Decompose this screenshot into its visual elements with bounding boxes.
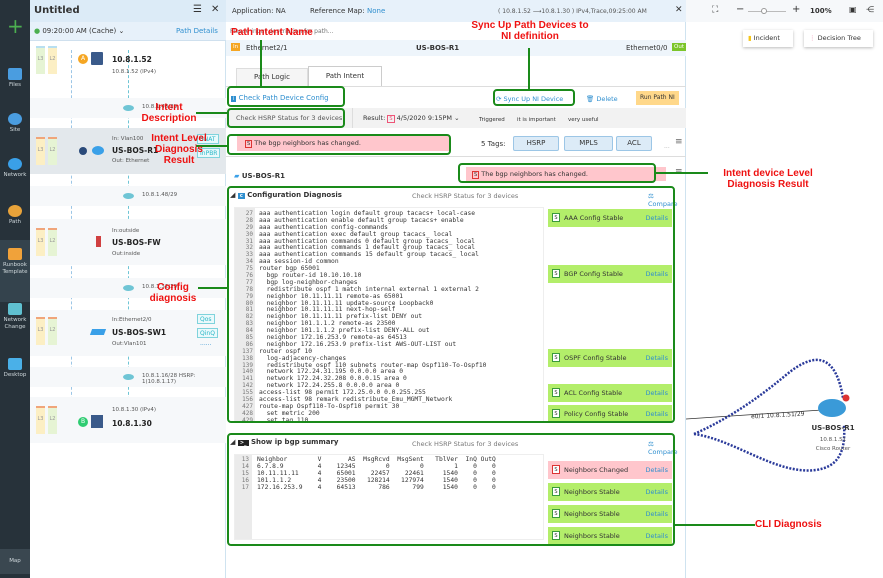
network-icon	[8, 158, 22, 170]
endpoint-b-badge: B	[78, 417, 88, 427]
path-hop-b[interactable]: L3 L2 B 10.8.1.30 (IPv4) 10.8.1.30	[30, 397, 226, 443]
more-tags[interactable]: ...	[664, 143, 670, 150]
tab-path-logic[interactable]: Path Logic	[236, 68, 308, 86]
tag-acl[interactable]: ACL	[616, 136, 652, 151]
list-icon[interactable]: ≡	[675, 137, 683, 147]
device-section-title: ▰ US-BOS-R1	[234, 172, 285, 180]
desktop-icon	[8, 358, 22, 370]
annotation-box	[227, 86, 345, 107]
annotation-box	[458, 163, 656, 183]
subnet-icon	[123, 374, 134, 380]
path-subnet[interactable]: 10.8.1.48/29	[30, 186, 226, 206]
run-path-ni-button[interactable]: Run Path NI	[636, 91, 679, 105]
runbook-icon	[8, 248, 22, 260]
rail-map[interactable]: Map	[0, 549, 30, 574]
path-icon	[8, 205, 22, 217]
subnet-icon	[123, 193, 134, 199]
firewall-icon	[96, 236, 101, 247]
host-icon	[91, 415, 103, 428]
flag-useful[interactable]: very useful	[563, 114, 604, 126]
close-icon[interactable]: ✕	[211, 4, 219, 15]
left-rail: + Files Site Network Path Runbook Templa…	[0, 0, 30, 578]
rail-desktop[interactable]: Desktop	[0, 358, 30, 379]
tag-qinq[interactable]: QinQ	[197, 328, 218, 338]
rail-runbook[interactable]: Runbook Template	[0, 240, 30, 302]
switch-icon	[89, 329, 107, 335]
site-icon	[8, 113, 22, 125]
menu-icon[interactable]: ☰	[193, 4, 202, 15]
reference-map-link[interactable]: None	[367, 7, 385, 15]
rail-network[interactable]: Network	[0, 158, 30, 179]
tag-hsrp[interactable]: HSRP	[513, 136, 559, 151]
annotation-box	[227, 108, 345, 128]
tag-mpls[interactable]: MPLS	[564, 136, 613, 151]
path-title: Untitled ☰ ✕	[30, 0, 226, 22]
router-node-icon[interactable]	[818, 399, 846, 417]
network-change-icon	[8, 303, 22, 315]
path-time-bar: ● 09:20:00 AM (Cache) ⌄ Path Details	[30, 22, 226, 41]
folder-icon	[8, 68, 22, 80]
rail-path[interactable]: Path	[0, 205, 30, 226]
rail-site[interactable]: Site	[0, 113, 30, 134]
annotation-box	[493, 89, 575, 106]
tab-path-intent[interactable]: Path Intent	[308, 66, 382, 87]
map-area[interactable]: ⛶ − + 100% ▣ ⋲ ▮ Incident ⋮ Decision Tre…	[686, 0, 883, 578]
router-icon	[92, 146, 104, 155]
subnet-icon	[123, 285, 134, 291]
router-icon: ▰	[234, 172, 240, 180]
status-dot-icon: ●	[34, 27, 41, 35]
rail-network-change[interactable]: Network Change	[0, 303, 30, 331]
collapse-icon[interactable]	[79, 147, 87, 155]
path-hop-us-bos-fw[interactable]: L3 L2 In:outside US-BOS-FW Out:inside	[30, 219, 226, 265]
map-links	[686, 358, 850, 472]
path-details-link[interactable]: Path Details	[176, 27, 218, 35]
close-icon[interactable]: ✕	[675, 5, 683, 15]
delete-button[interactable]: 🗑 Delete	[586, 95, 618, 103]
more-tags[interactable]: ......	[200, 340, 211, 347]
result-select[interactable]: Result: S 4/5/2020 9:15PM ⌄	[363, 114, 460, 123]
path-trace	[693, 358, 845, 436]
tag-qos[interactable]: Qos	[197, 314, 215, 324]
endpoint-a-badge: A	[78, 54, 88, 64]
path-hop-us-bos-sw1[interactable]: L3 L2 In:Ethernet2/0 US-BOS-SW1 Out:Vlan…	[30, 310, 226, 356]
device-header: In Ethernet2/1 US-BOS-R1 Ethernet0/0 Out	[226, 40, 686, 56]
annotation-box	[227, 433, 675, 546]
add-icon[interactable]: +	[7, 16, 24, 36]
path-subnet[interactable]: 10.8.1.16/28 HSRP: 1(10.8.1.17)	[30, 367, 226, 387]
annotation-box	[227, 186, 675, 423]
time-select[interactable]: 09:20:00 AM (Cache)	[42, 27, 116, 35]
flag-triggered[interactable]: Triggered	[474, 114, 510, 126]
host-icon	[91, 52, 103, 65]
path-hop-a[interactable]: L3 L2 A 10.8.1.52 10.8.1.52 (IPv4)	[30, 41, 226, 86]
status-icon: S	[387, 115, 395, 123]
alert-icon	[842, 394, 850, 402]
rail-files[interactable]: Files	[0, 68, 30, 89]
annotation-box	[227, 134, 451, 155]
panel-header: Application: NA Reference Map: None ( 10…	[226, 0, 686, 22]
flag-important[interactable]: it is important	[512, 114, 561, 126]
subnet-icon	[123, 105, 134, 111]
